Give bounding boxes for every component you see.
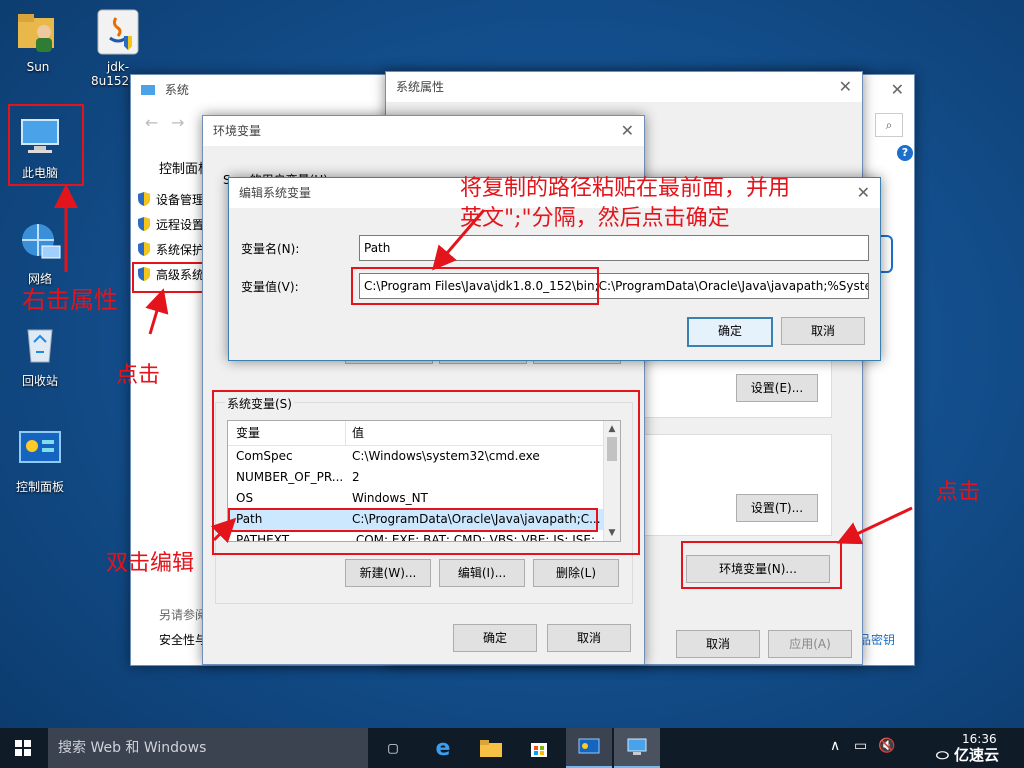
system-properties-cancel-button[interactable]: 取消 <box>676 630 760 658</box>
forward-arrow-icon[interactable]: → <box>171 113 184 132</box>
annotation-click-right: 点击 <box>936 480 981 505</box>
system-taskbar-icon[interactable] <box>614 728 660 768</box>
volume-tray-icon[interactable]: 🔇 <box>878 738 895 754</box>
watermark-icon: ⬭ <box>936 746 949 764</box>
settings-e-button[interactable]: 设置(E)... <box>736 374 818 402</box>
desktop-icon-control-panel[interactable]: 控制面板 <box>2 426 78 495</box>
apply-button[interactable]: 应用(A) <box>768 630 852 658</box>
env-dialog-title: 环境变量 <box>213 124 262 138</box>
variable-name-input[interactable]: Path <box>359 235 869 261</box>
desktop-icon-label: 回收站 <box>21 374 58 388</box>
nav-item-device-manager[interactable]: 设备管理 <box>137 191 204 216</box>
system-properties-titlebar: 系统属性 ✕ <box>386 72 862 102</box>
nav-item-label: 设备管理 <box>156 193 205 207</box>
search-placeholder: 搜索 Web 和 Windows <box>58 740 207 756</box>
highlight-env-vars-button <box>681 541 842 589</box>
desktop-icon-network[interactable]: 网络 <box>2 218 78 287</box>
edge-icon[interactable]: e <box>420 728 466 768</box>
annotation-instruction-line1: 将复制的路径粘贴在最前面，并用 <box>460 176 791 201</box>
system-edit-button[interactable]: 编辑(I)... <box>439 559 525 587</box>
control-panel-taskbar-icon[interactable] <box>566 728 612 768</box>
computer-small-icon <box>141 85 155 95</box>
env-ok-button[interactable]: 确定 <box>453 624 537 652</box>
store-icon[interactable] <box>516 728 562 768</box>
taskbar-search-box[interactable]: 搜索 Web 和 Windows <box>48 728 368 768</box>
watermark-text: 亿速云 <box>954 746 1000 764</box>
security-link[interactable]: 安全性与 <box>159 631 207 648</box>
env-cancel-button[interactable]: 取消 <box>547 624 631 652</box>
user-folder-icon <box>14 8 62 56</box>
close-icon[interactable]: ✕ <box>857 178 870 208</box>
settings-t-button[interactable]: 设置(T)... <box>736 494 818 522</box>
see-also-label: 另请参阅 <box>159 608 208 622</box>
network-tray-icon[interactable]: ▭ <box>854 738 867 754</box>
nav-item-label: 系统保护 <box>156 243 205 257</box>
variable-value-label: 变量值(V): <box>241 280 299 294</box>
highlight-path-row <box>228 508 598 532</box>
shield-icon <box>137 217 151 231</box>
control-panel-icon <box>16 426 64 474</box>
variable-name-label: 变量名(N): <box>241 242 300 256</box>
nav-item-remote-settings[interactable]: 远程设置 <box>137 216 204 241</box>
annotation-double-click: 双击编辑 <box>106 551 195 576</box>
close-icon[interactable]: ✕ <box>621 116 634 146</box>
network-icon <box>16 218 64 266</box>
recycle-bin-icon <box>16 320 64 368</box>
edit-dialog-title: 编辑系统变量 <box>239 186 312 200</box>
help-icon[interactable]: ? <box>897 145 913 161</box>
search-icon[interactable]: ⌕ <box>875 113 903 137</box>
start-button[interactable] <box>0 728 46 768</box>
taskbar: 搜索 Web 和 Windows ▢ e ∧ ▭ 🔇 16:36 ⬭ 亿速云 <box>0 728 1024 768</box>
desktop-icon-label: 控制面板 <box>15 480 64 494</box>
product-key-link[interactable]: 品密钥 <box>859 631 895 648</box>
highlight-jdk-path <box>351 267 599 305</box>
close-icon[interactable]: ✕ <box>891 75 904 105</box>
env-dialog-titlebar: 环境变量 ✕ <box>203 116 644 146</box>
shield-icon <box>137 192 151 206</box>
annotation-click-left: 点击 <box>116 363 161 388</box>
close-icon[interactable]: ✕ <box>839 72 852 102</box>
nav-item-label: 远程设置 <box>156 218 205 232</box>
file-explorer-icon[interactable] <box>468 728 514 768</box>
shield-icon <box>137 242 151 256</box>
desktop-icon-recycle-bin[interactable]: 回收站 <box>2 320 78 389</box>
desktop-icon-sun[interactable]: Sun <box>0 8 76 74</box>
windows-logo-icon <box>15 740 31 756</box>
watermark-logo: ⬭ 亿速云 <box>936 744 999 765</box>
edit-ok-button[interactable]: 确定 <box>687 317 773 347</box>
highlight-advanced-settings <box>132 262 208 293</box>
system-delete-button[interactable]: 删除(L) <box>533 559 619 587</box>
desktop-icon-label: Sun <box>26 60 50 74</box>
edit-cancel-button[interactable]: 取消 <box>781 317 865 345</box>
system-properties-title: 系统属性 <box>396 80 445 94</box>
system-new-button[interactable]: 新建(W)... <box>345 559 431 587</box>
back-arrow-icon[interactable]: ← <box>145 113 158 132</box>
system-window-title: 系统 <box>164 83 189 97</box>
tray-chevron-icon[interactable]: ∧ <box>830 738 840 754</box>
annotation-instruction-line2: 英文";"分隔，然后点击确定 <box>460 206 730 231</box>
task-view-icon[interactable]: ▢ <box>370 728 416 768</box>
java-installer-icon <box>94 8 142 56</box>
annotation-right-click: 右击属性 <box>22 286 118 314</box>
highlight-this-pc <box>8 104 84 186</box>
